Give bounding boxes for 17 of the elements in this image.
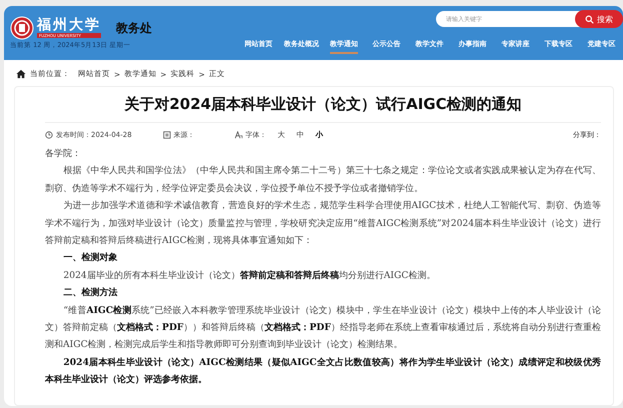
paragraph: 一、检测对象 [62,251,118,266]
paragraph: 根据《中华人民共和国学位法》（中华人民共和国主席令第二十二号）第三十七条之规定：学位论文或者实践成果被认定为存在代写、剽窃、伪造等学术不端行为，经学位评定委员会决议，学位授予单位不授予学位或者撤销学位。 [45,164,601,196]
paragraph: 为进一步加强学术道德和学术诚信教育，营造良好的学术生态，规范学生科学合理使用AIGC技术，杜绝人工智能代写、剽窃、伪造等学术不端行为，加强对毕业设计（论文）质量监控与管理，学校研究决定应用“维普AIGC检测系统”对2024届本科生毕业设计（论文）进行答辩前定稿和答辩后终稿进行AIGC检测，现将具体事宜通知如下： [45,199,601,248]
emblem-icon [10,16,34,40]
search-icon [585,14,594,24]
article-title: 关于对2024届本科毕业设计（论文）试行AIGC检测的通知 [45,91,601,123]
paragraph: “维普AIGC检测系统”已经嵌入本科教学管理系统毕业设计（论文）模块中，学生在毕业设计（论文）模块中上传的本人毕业设计（论文）答辩前定稿（文档格式：PDF））和答辩后终稿（文档格式：PDF）经指导老师在系统上查看审核通过后，系统将自动分别进行查重检测和AIGC检测，检测完成后学生和指导教师即可分别查询到毕业设计（论文）检测结果。 [45,304,601,352]
font-size-icon [234,131,243,139]
paragraph: 二、检测方法 [62,286,118,300]
home-icon [16,69,26,79]
university-name: 福州大学 [37,18,101,33]
department-name: 教务处 [116,20,152,36]
clock-icon [45,131,53,139]
paragraph: 各学院： [45,147,82,161]
document-icon [162,131,171,139]
paragraph: 2024届毕业的所有本科生毕业设计（论文）答辩前定稿和答辩后终稿均分别进行AIGC检测。 [62,268,436,283]
paragraph: 2024届本科生毕业设计（论文）AIGC检测结果（疑似AIGC全文占比数值较高）将作为学生毕业设计（论文）成绩评定和校级优秀本科生毕业设计（论文）评选参考依据。 [45,356,601,388]
